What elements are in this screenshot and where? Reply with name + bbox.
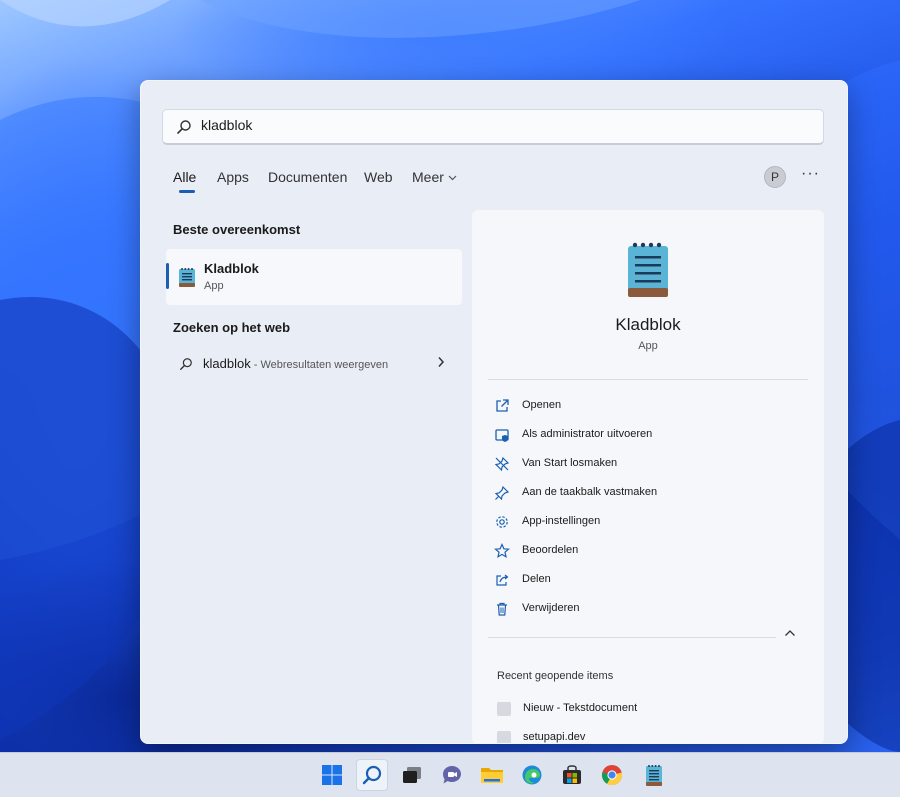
recent-item-label: setupapi.dev bbox=[523, 731, 586, 743]
windows-start-icon bbox=[322, 765, 342, 785]
action-label: Aan de taakbalk vastmaken bbox=[522, 486, 658, 498]
web-search-query: kladblok bbox=[203, 356, 251, 371]
open-external-icon bbox=[496, 399, 509, 412]
action-label: Delen bbox=[522, 573, 551, 585]
best-match-result[interactable]: Kladblok App bbox=[166, 249, 462, 305]
action-pin-taskbar[interactable]: Aan de taakbalk vastmaken bbox=[494, 482, 794, 504]
action-label: Verwijderen bbox=[522, 602, 580, 614]
action-uninstall[interactable]: Verwijderen bbox=[494, 598, 794, 620]
action-label: App-instellingen bbox=[522, 515, 601, 527]
unpin-icon bbox=[494, 456, 510, 472]
selection-indicator bbox=[166, 263, 169, 289]
web-search-result[interactable]: kladblok - Webresultaten weergeven bbox=[173, 353, 449, 375]
app-detail-pane: Kladblok App Openen Als administrator ui… bbox=[472, 210, 824, 743]
taskbar-search-button[interactable] bbox=[356, 759, 388, 791]
active-tab-indicator bbox=[179, 190, 195, 193]
teams-chat-icon bbox=[443, 766, 461, 784]
search-icon bbox=[362, 765, 382, 785]
document-icon bbox=[497, 702, 511, 716]
action-share[interactable]: Delen bbox=[494, 569, 794, 591]
edge-icon bbox=[522, 765, 542, 785]
best-match-heading: Beste overeenkomst bbox=[173, 222, 301, 237]
taskbar-edge-button[interactable] bbox=[516, 759, 548, 791]
taskbar-file-explorer-button[interactable] bbox=[476, 759, 508, 791]
more-options-button[interactable]: ··· bbox=[801, 166, 819, 183]
taskbar-start-button[interactable] bbox=[316, 759, 348, 791]
task-view-icon bbox=[403, 767, 421, 783]
star-icon bbox=[494, 543, 510, 559]
detail-app-name: Kladblok bbox=[615, 315, 681, 334]
trash-icon bbox=[497, 602, 507, 616]
chrome-icon bbox=[601, 765, 623, 786]
action-unpin-start[interactable]: Van Start losmaken bbox=[494, 453, 794, 475]
share-icon bbox=[496, 574, 509, 586]
action-label: Beoordelen bbox=[522, 544, 579, 556]
tab-documenten[interactable]: Documenten bbox=[268, 169, 347, 185]
taskbar-chrome-button[interactable] bbox=[596, 759, 628, 791]
chevron-right-icon bbox=[438, 357, 445, 367]
chevron-down-icon bbox=[448, 175, 457, 181]
account-avatar[interactable]: P bbox=[764, 166, 786, 188]
pin-icon bbox=[494, 485, 510, 501]
action-open[interactable]: Openen bbox=[494, 395, 794, 417]
shield-icon bbox=[495, 429, 509, 442]
document-icon bbox=[497, 731, 511, 743]
action-label: Van Start losmaken bbox=[522, 457, 618, 469]
search-icon bbox=[177, 120, 191, 134]
file-explorer-icon bbox=[481, 768, 503, 783]
recent-item[interactable]: Nieuw - Tekstdocument bbox=[497, 699, 797, 719]
search-input[interactable] bbox=[201, 117, 801, 133]
gear-icon bbox=[496, 516, 508, 528]
web-search-heading: Zoeken op het web bbox=[173, 320, 291, 335]
store-icon bbox=[563, 765, 581, 784]
action-run-as-admin[interactable]: Als administrator uitvoeren bbox=[494, 424, 794, 446]
best-match-name: Kladblok bbox=[204, 261, 259, 276]
action-label: Als administrator uitvoeren bbox=[522, 428, 653, 440]
taskbar-store-button[interactable] bbox=[556, 759, 588, 791]
chevron-up-icon[interactable] bbox=[784, 629, 796, 637]
divider bbox=[488, 379, 808, 380]
tab-alle[interactable]: Alle bbox=[173, 169, 196, 185]
recent-item-label: Nieuw - Tekstdocument bbox=[523, 702, 638, 714]
action-app-settings[interactable]: App-instellingen bbox=[494, 511, 794, 533]
start-search-panel: Alle Apps Documenten Web Meer P ··· Best… bbox=[140, 80, 848, 744]
recent-items-heading: Recent geopende items bbox=[497, 670, 614, 682]
action-rate[interactable]: Beoordelen bbox=[494, 540, 794, 562]
divider bbox=[488, 637, 776, 638]
web-search-suffix: - Webresultaten weergeven bbox=[250, 359, 389, 371]
recent-item[interactable]: setupapi.dev bbox=[497, 728, 797, 743]
tab-meer-label: Meer bbox=[412, 169, 444, 185]
best-match-type: App bbox=[204, 280, 224, 292]
taskbar-notepad-button[interactable] bbox=[638, 759, 670, 791]
notepad-icon bbox=[179, 268, 195, 287]
search-box[interactable] bbox=[162, 109, 824, 145]
notepad-icon bbox=[646, 765, 662, 786]
taskbar-chat-button[interactable] bbox=[436, 759, 468, 791]
taskbar bbox=[0, 752, 900, 797]
taskbar-task-view-button[interactable] bbox=[396, 759, 428, 791]
notepad-icon bbox=[628, 242, 668, 297]
tab-web[interactable]: Web bbox=[364, 169, 393, 185]
tab-meer[interactable]: Meer bbox=[412, 169, 457, 185]
action-label: Openen bbox=[522, 399, 562, 411]
detail-app-type: App bbox=[638, 340, 658, 352]
tab-apps[interactable]: Apps bbox=[217, 169, 249, 185]
search-icon bbox=[180, 358, 192, 370]
